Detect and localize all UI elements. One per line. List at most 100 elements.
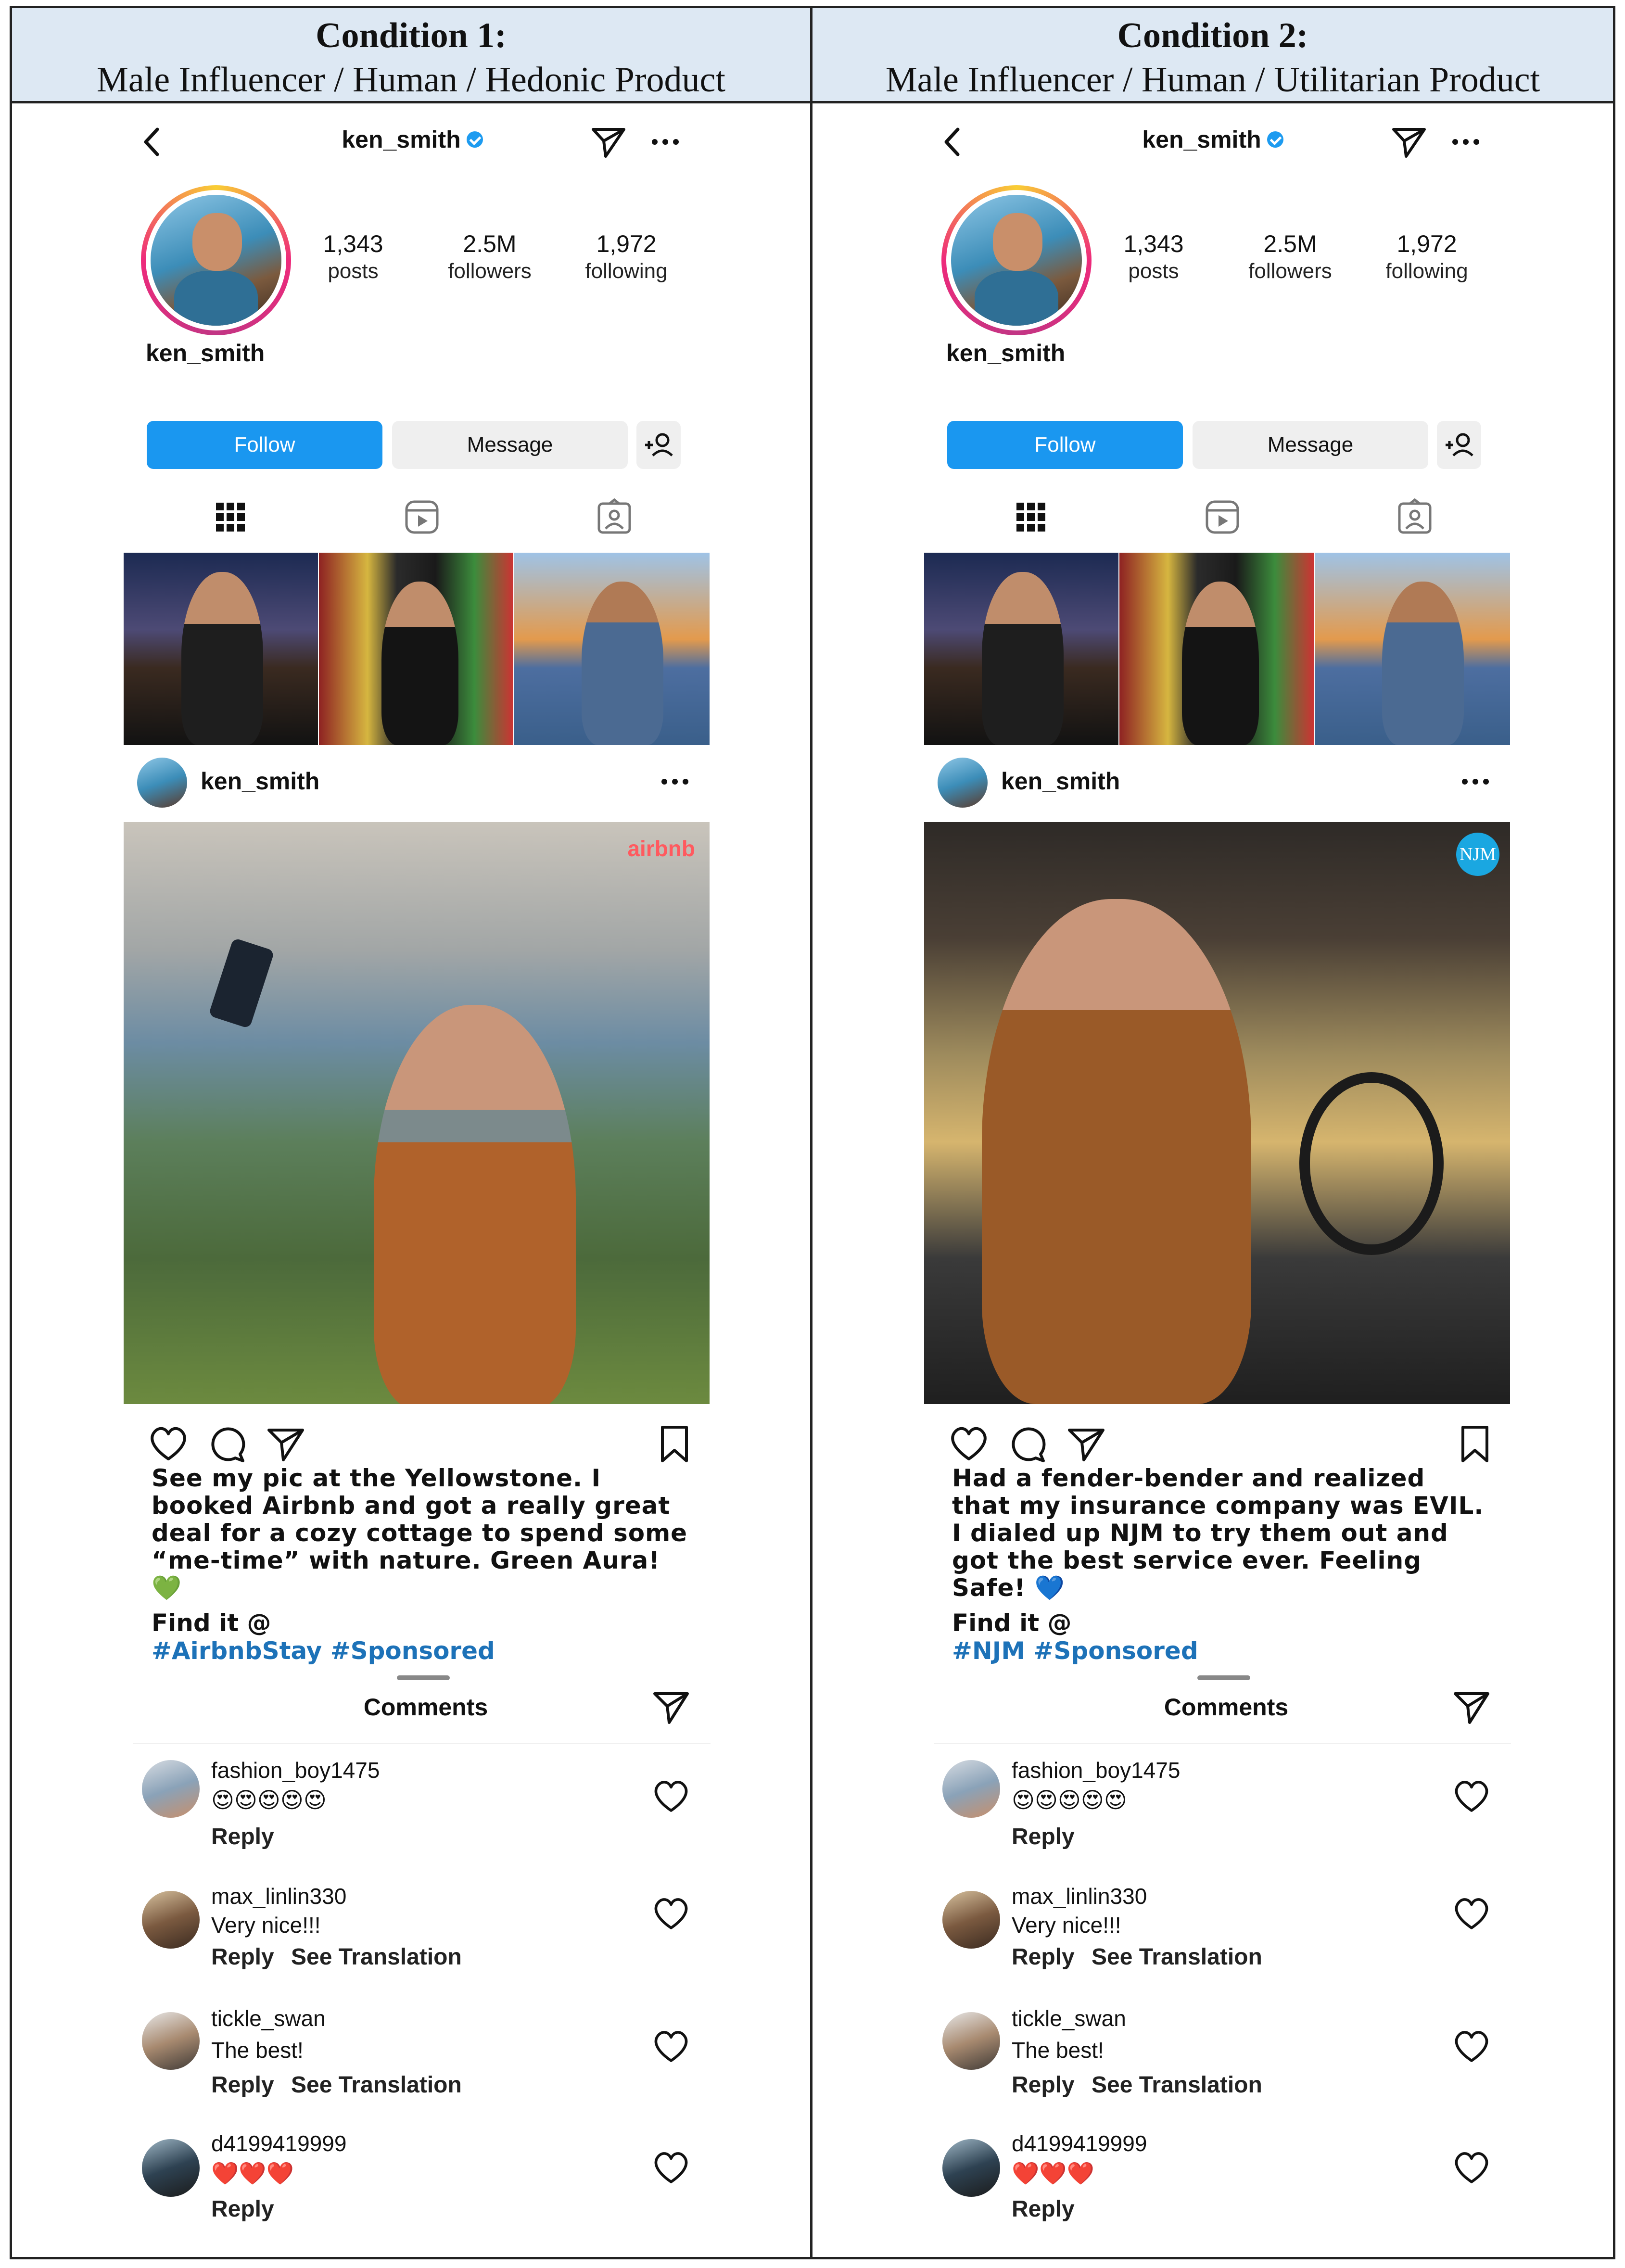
grid-photo[interactable] (1315, 553, 1510, 745)
see-translation-link[interactable]: See Translation (291, 2072, 462, 2098)
comment-username[interactable]: max_linlin330 (211, 1883, 346, 1909)
see-translation-link[interactable]: See Translation (291, 1944, 462, 1970)
sheet-handle[interactable] (397, 1675, 450, 1680)
comment-text: Very nice!!! (211, 1913, 321, 1938)
grid-icon[interactable] (1012, 498, 1050, 536)
following-stat[interactable]: 1,972 following (1371, 229, 1482, 284)
avatar[interactable] (142, 1891, 200, 1949)
grid-photo[interactable] (514, 553, 710, 745)
posts-label: posts (1128, 259, 1179, 283)
comment-icon[interactable] (1006, 1422, 1049, 1466)
send-icon[interactable] (1390, 123, 1428, 161)
reply-button[interactable]: Reply (1012, 2072, 1075, 2098)
reply-button[interactable]: Reply (211, 2196, 274, 2222)
post-hashtags[interactable]: #NJM #Sponsored (952, 1637, 1198, 1665)
profile-avatar[interactable] (941, 185, 1092, 335)
send-icon[interactable] (651, 1687, 691, 1727)
avatar[interactable] (942, 2012, 1000, 2070)
figure-frame: Condition 1: Male Influencer / Human / H… (10, 6, 1615, 2259)
message-button[interactable]: Message (392, 421, 628, 469)
reply-button[interactable]: Reply (211, 1944, 274, 1970)
reply-button[interactable]: Reply (1012, 1944, 1075, 1970)
heart-icon[interactable] (147, 1422, 190, 1466)
see-translation-link[interactable]: See Translation (1092, 1944, 1262, 1970)
profile-avatar[interactable] (141, 185, 291, 335)
sheet-handle[interactable] (1197, 1675, 1250, 1680)
followers-stat[interactable]: 2.5M followers (434, 229, 545, 284)
more-icon[interactable] (1456, 762, 1495, 801)
avatar[interactable] (942, 2139, 1000, 2197)
heart-icon[interactable] (1451, 1776, 1492, 1817)
grid-photo[interactable] (319, 553, 513, 745)
post-avatar[interactable] (137, 758, 187, 808)
heart-icon[interactable] (651, 1894, 691, 1934)
reply-button[interactable]: Reply (1012, 2196, 1075, 2222)
avatar[interactable] (142, 1760, 200, 1818)
send-icon[interactable] (1065, 1422, 1108, 1466)
comment-username[interactable]: fashion_boy1475 (1012, 1757, 1180, 1783)
bookmark-icon[interactable] (1453, 1422, 1497, 1466)
reels-icon[interactable] (403, 498, 441, 536)
message-button[interactable]: Message (1193, 421, 1428, 469)
phone-screen: ken_smith 1,343 posts 2.5M followers 1,9… (812, 103, 1613, 2257)
comment-text: Very nice!!! (1012, 1913, 1121, 1938)
more-icon[interactable] (1447, 123, 1485, 161)
tagged-icon[interactable] (1396, 498, 1434, 536)
divider (934, 1743, 1511, 1744)
heart-icon[interactable] (947, 1422, 990, 1466)
follow-button[interactable]: Follow (147, 421, 382, 469)
reply-button[interactable]: Reply (211, 2072, 274, 2098)
comment-username[interactable]: fashion_boy1475 (211, 1757, 380, 1783)
avatar[interactable] (142, 2139, 200, 2197)
follow-button[interactable]: Follow (947, 421, 1183, 469)
reply-button[interactable]: Reply (211, 1824, 274, 1850)
add-person-icon[interactable] (1437, 421, 1481, 469)
post-username[interactable]: ken_smith (1001, 767, 1120, 795)
reels-icon[interactable] (1203, 498, 1242, 536)
comment-username[interactable]: max_linlin330 (1012, 1883, 1147, 1909)
heart-icon[interactable] (651, 2027, 691, 2067)
find-it-label: Find it @ (952, 1609, 1072, 1637)
post-caption: See my pic at the Yellowstone. I booked … (152, 1464, 688, 1602)
avatar[interactable] (942, 1760, 1000, 1818)
send-icon[interactable] (1451, 1687, 1492, 1727)
grid-photo[interactable] (124, 553, 318, 745)
comment-icon[interactable] (205, 1422, 249, 1466)
more-icon[interactable] (656, 762, 694, 801)
send-icon[interactable] (264, 1422, 307, 1466)
comment-username[interactable]: d4199419999 (1012, 2130, 1147, 2156)
followers-label: followers (448, 259, 532, 283)
find-it-label: Find it @ (152, 1609, 271, 1637)
grid-icon[interactable] (211, 498, 250, 536)
followers-label: followers (1248, 259, 1332, 283)
header-username-text: ken_smith (342, 126, 461, 153)
post-avatar[interactable] (938, 758, 988, 808)
posts-stat: 1,343 posts (1098, 229, 1209, 284)
header-username-text: ken_smith (1142, 126, 1261, 153)
heart-icon[interactable] (1451, 1894, 1492, 1934)
heart-icon[interactable] (651, 1776, 691, 1817)
add-person-icon[interactable] (636, 421, 681, 469)
grid-photo[interactable] (924, 553, 1118, 745)
tagged-icon[interactable] (595, 498, 634, 536)
avatar[interactable] (142, 2012, 200, 2070)
verified-badge-icon (1267, 131, 1283, 148)
condition-1-panel: Condition 1: Male Influencer / Human / H… (12, 8, 812, 2257)
following-stat[interactable]: 1,972 following (571, 229, 682, 284)
see-translation-link[interactable]: See Translation (1092, 2072, 1262, 2098)
comment-username[interactable]: d4199419999 (211, 2130, 346, 2156)
heart-icon[interactable] (651, 2148, 691, 2188)
heart-icon[interactable] (1451, 2148, 1492, 2188)
comment-username[interactable]: tickle_swan (1012, 2005, 1126, 2031)
grid-photo[interactable] (1119, 553, 1314, 745)
send-icon[interactable] (589, 123, 628, 161)
post-username[interactable]: ken_smith (201, 767, 319, 795)
bookmark-icon[interactable] (653, 1422, 696, 1466)
followers-stat[interactable]: 2.5M followers (1235, 229, 1346, 284)
post-hashtags[interactable]: #AirbnbStay #Sponsored (152, 1637, 495, 1665)
reply-button[interactable]: Reply (1012, 1824, 1075, 1850)
more-icon[interactable] (646, 123, 685, 161)
heart-icon[interactable] (1451, 2027, 1492, 2067)
avatar[interactable] (942, 1891, 1000, 1949)
comment-username[interactable]: tickle_swan (211, 2005, 326, 2031)
